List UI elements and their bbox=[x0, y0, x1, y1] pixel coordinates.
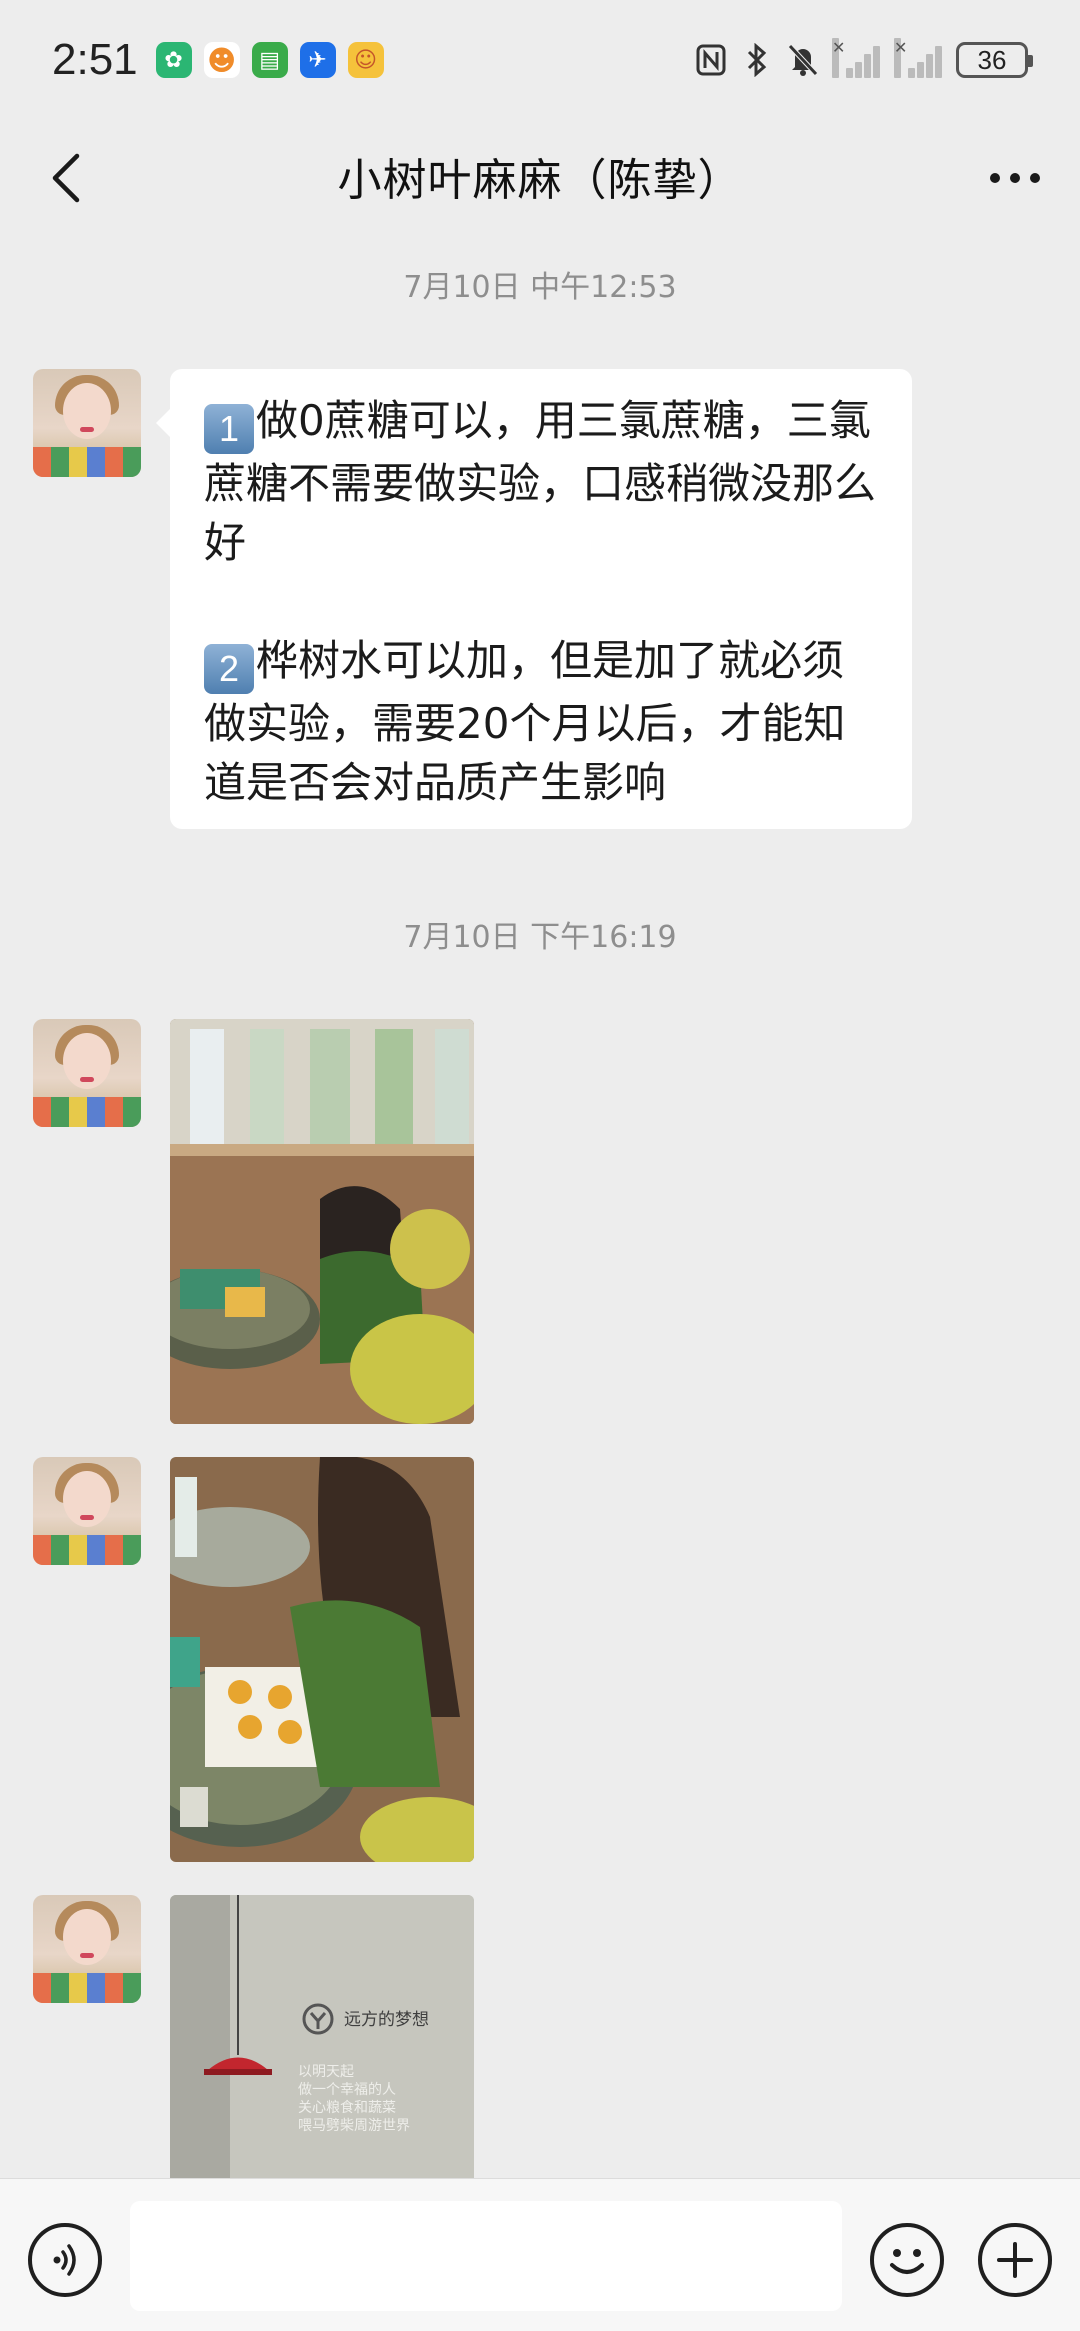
sign-poem-text: 以明天起 做一个幸福的人 关心粮食和蔬菜 喂马劈柴周游世界 bbox=[298, 2064, 410, 2134]
photo-message-2[interactable] bbox=[170, 1457, 474, 1862]
chat-header: 小树叶麻麻（陈挚） bbox=[0, 120, 1080, 232]
sign-brand-text: 远方的梦想 bbox=[344, 2010, 429, 2030]
message-paragraph-1: 1 做0蔗糖可以，用三氯蔗糖，三氯蔗糖不需要做实验，口感稍微没那么好 bbox=[204, 396, 877, 567]
photo-message-3[interactable]: 远方的梦想 以明天起 做一个幸福的人 关心粮食和蔬菜 喂马劈柴周游世界 bbox=[170, 1895, 474, 2178]
cafe-interior-photo bbox=[170, 1019, 474, 1424]
chat-input-bar bbox=[0, 2178, 1080, 2331]
chevron-left-icon bbox=[52, 153, 80, 203]
text-message-bubble[interactable]: 1 做0蔗糖可以，用三氯蔗糖，三氯蔗糖不需要做实验，口感稍微没那么好 2 桦树水可以… bbox=[156, 369, 912, 829]
yellow-cat-app-icon: ☺ bbox=[347, 42, 384, 78]
more-functions-button[interactable] bbox=[978, 2223, 1052, 2297]
bluetooth-icon bbox=[740, 43, 774, 77]
photo-message-1[interactable] bbox=[170, 1019, 474, 1424]
orange-mascot-app-icon: ☻ bbox=[203, 42, 240, 78]
back-button[interactable] bbox=[36, 148, 96, 208]
wall-sign-photo bbox=[170, 1895, 474, 2178]
signal-strength-icon-2: ✕ bbox=[894, 38, 944, 78]
sender-avatar[interactable] bbox=[33, 369, 141, 477]
status-bar: 2:51 ✿ ☻ ▤ ✈ ☺ ✕ ✕ 36 bbox=[0, 0, 1080, 120]
voice-input-button[interactable] bbox=[28, 2223, 102, 2297]
blue-plane-app-icon: ✈ bbox=[299, 42, 336, 78]
more-dots-icon bbox=[990, 173, 1040, 183]
people-at-table-photo bbox=[170, 1457, 474, 1862]
chat-title: 小树叶麻麻（陈挚） bbox=[337, 155, 743, 206]
message-timestamp: 7月10日 中午12:53 bbox=[403, 270, 677, 305]
more-options-button[interactable] bbox=[980, 150, 1050, 206]
mute-bell-icon bbox=[786, 43, 820, 77]
signal-strength-icon-1: ✕ bbox=[832, 38, 882, 78]
system-status-icons: ✕ ✕ 36 bbox=[694, 38, 1033, 78]
plus-icon bbox=[997, 2242, 1033, 2278]
sender-avatar[interactable] bbox=[33, 1895, 141, 2003]
nfc-icon bbox=[694, 43, 728, 77]
status-time: 2:51 bbox=[52, 35, 138, 84]
message-timestamp: 7月10日 下午16:19 bbox=[403, 920, 677, 955]
sender-avatar[interactable] bbox=[33, 1457, 141, 1565]
message-input[interactable] bbox=[130, 2201, 842, 2311]
smiley-face-icon bbox=[890, 2249, 924, 2274]
notification-app-icons: ✿ ☻ ▤ ✈ ☺ bbox=[155, 42, 384, 78]
green-leaf-app-icon: ✿ bbox=[155, 42, 192, 78]
emoji-button[interactable] bbox=[870, 2223, 944, 2297]
number-2-emoji: 2 bbox=[204, 644, 254, 694]
sender-avatar[interactable] bbox=[33, 1019, 141, 1127]
battery-indicator: 36 bbox=[956, 42, 1033, 78]
voice-wave-icon bbox=[53, 2244, 76, 2276]
number-1-emoji: 1 bbox=[204, 404, 254, 454]
green-basket-app-icon: ▤ bbox=[251, 42, 288, 78]
message-paragraph-2: 2 桦树水可以加，但是加了就必须做实验，需要20个月以后，才能知道是否会对品质产生… bbox=[204, 636, 846, 807]
